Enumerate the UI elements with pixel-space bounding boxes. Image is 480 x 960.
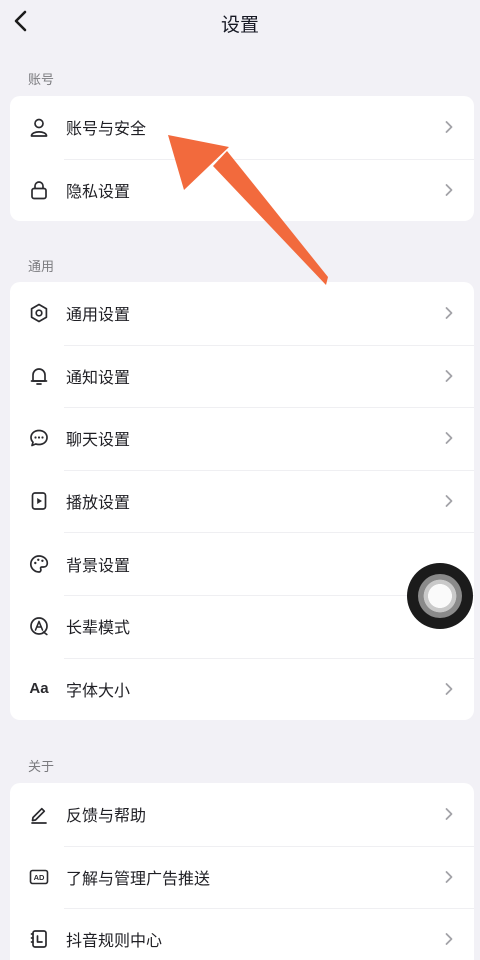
floating-assistive-ball[interactable] (407, 563, 473, 629)
row-label: 通用设置 (66, 305, 131, 325)
settings-row-feedback[interactable]: 反馈与帮助 (10, 783, 474, 846)
chevron-right-icon (445, 183, 453, 196)
chevron-right-icon (445, 870, 453, 883)
row-label: 字体大小 (66, 680, 131, 700)
section-label-general: 通用 (28, 260, 55, 275)
ad-icon-text: AD (34, 873, 45, 882)
rule-book-icon (28, 928, 50, 950)
settings-row-chat[interactable]: 聊天设置 (10, 407, 474, 470)
settings-row-background[interactable]: 背景设置 (10, 532, 474, 595)
general-card: 通用设置 通知设置 聊天设置 播放设置 背景设置 长辈模式 Aa 字体大小 (10, 282, 474, 721)
ad-icon: AD (28, 866, 50, 888)
font-size-icon: Aa (28, 678, 50, 700)
chevron-right-icon (445, 933, 453, 946)
account-card: 账号与安全 隐私设置 (10, 96, 474, 222)
row-label: 抖音规则中心 (66, 931, 163, 951)
row-label: 播放设置 (66, 493, 131, 513)
row-label: 长辈模式 (66, 618, 131, 638)
settings-screen: 设置 账号 账号与安全 隐私设置 通用 通用设置 通知设置 聊天设置 播放设置 … (0, 0, 480, 960)
row-label: 账号与安全 (66, 119, 147, 139)
settings-row-elder-mode[interactable]: 长辈模式 (10, 594, 474, 658)
chevron-right-icon (445, 808, 453, 821)
settings-row-account-security[interactable]: 账号与安全 (10, 96, 474, 159)
settings-row-rule-center[interactable]: 抖音规则中心 (10, 908, 474, 960)
row-label: 背景设置 (66, 555, 131, 575)
page-title: 设置 (220, 14, 259, 36)
chevron-right-icon (445, 495, 453, 507)
row-label: 了解与管理广告推送 (66, 868, 211, 888)
about-card: 反馈与帮助 AD 了解与管理广告推送 抖音规则中心 (10, 783, 474, 960)
row-label: 隐私设置 (66, 181, 131, 201)
settings-row-ad-management[interactable]: AD 了解与管理广告推送 (10, 845, 474, 909)
settings-row-privacy[interactable]: 隐私设置 (10, 158, 474, 222)
nav-bar: 设置 (0, 0, 480, 46)
lock-icon (28, 179, 50, 201)
chevron-right-icon (445, 682, 453, 695)
chevron-right-icon (445, 369, 453, 382)
row-label: 聊天设置 (66, 430, 131, 450)
row-label: 通知设置 (66, 367, 131, 387)
bell-icon (28, 365, 50, 387)
floating-ball-center (418, 574, 462, 618)
settings-row-notifications[interactable]: 通知设置 (10, 344, 474, 408)
play-box-icon (28, 490, 50, 512)
chevron-right-icon (445, 432, 453, 445)
gear-icon (28, 302, 50, 324)
user-icon (28, 116, 50, 138)
settings-row-playback[interactable]: 播放设置 (10, 469, 474, 533)
chat-bubble-icon (28, 427, 50, 449)
elder-mode-icon (28, 615, 50, 637)
settings-row-general[interactable]: 通用设置 (10, 282, 474, 345)
section-label-account: 账号 (28, 73, 55, 88)
chevron-right-icon (445, 307, 453, 320)
chevron-right-icon (445, 121, 453, 134)
row-label: 反馈与帮助 (66, 806, 147, 826)
palette-icon (28, 553, 50, 575)
pen-icon (28, 803, 50, 825)
section-label-about: 关于 (28, 760, 55, 775)
font-size-icon-text: Aa (29, 680, 49, 698)
settings-row-font-size[interactable]: Aa 字体大小 (10, 657, 474, 721)
